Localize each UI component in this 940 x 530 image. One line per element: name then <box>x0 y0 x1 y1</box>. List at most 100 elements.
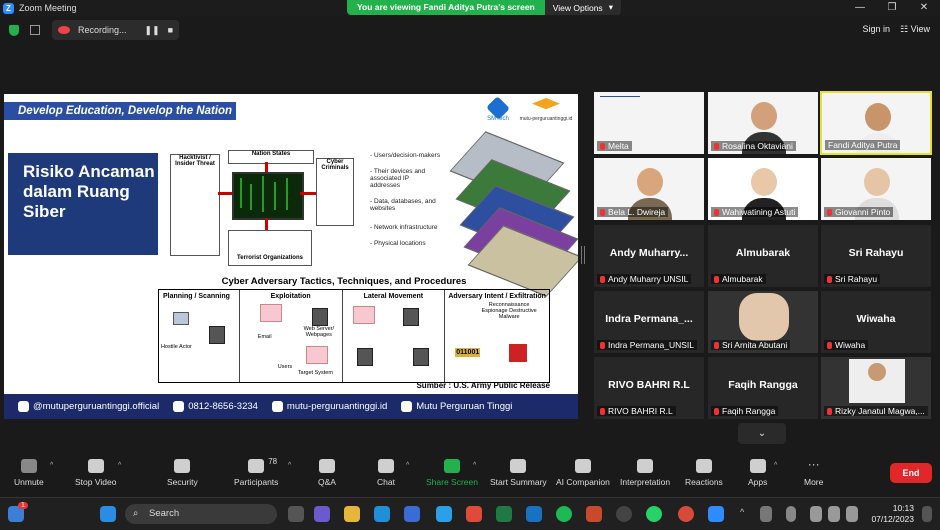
video-options-caret[interactable]: ^ <box>118 462 121 469</box>
mic-muted-icon <box>827 341 832 349</box>
participant-tile[interactable]: Almubarak Almubarak <box>707 224 819 288</box>
participant-tile[interactable]: RIVO BAHRI R.L RIVO BAHRI R.L <box>593 356 705 420</box>
security-button[interactable]: Security <box>167 459 198 487</box>
chevron-up-icon[interactable]: ^ <box>740 507 744 517</box>
powerpoint-icon[interactable] <box>586 506 602 522</box>
slide-title: Risiko Ancaman dalam Ruang Siber <box>8 153 158 255</box>
participant-tile[interactable]: Wiwaha Wiwaha <box>820 290 932 354</box>
participant-tile[interactable]: Sri Rahayu Sri Rahayu <box>820 224 932 288</box>
windows-start-icon[interactable] <box>100 506 116 522</box>
zoom-taskbar-icon[interactable] <box>708 506 724 522</box>
participant-tile[interactable]: Andy Muharry... Andy Muharry UNSIL <box>593 224 705 288</box>
chrome-icon[interactable] <box>466 506 482 522</box>
participant-tile[interactable]: Bela L. Dwireja <box>593 157 705 221</box>
more-button[interactable]: ··· More <box>804 457 823 487</box>
apps-options-caret[interactable]: ^ <box>774 462 777 469</box>
chat-button[interactable]: Chat <box>377 459 395 487</box>
start-summary-button[interactable]: Start Summary <box>490 459 547 487</box>
stop-video-button[interactable]: Stop Video <box>75 459 116 487</box>
edge-browser-icon[interactable] <box>374 506 390 522</box>
notes-icon[interactable] <box>526 506 542 522</box>
participant-tile[interactable]: Rosalina Oktaviani <box>707 91 819 155</box>
meeting-info-icon[interactable] <box>30 25 40 35</box>
participants-options-caret[interactable]: ^ <box>288 462 291 469</box>
participant-tile[interactable]: Rizky Janatul Magwa,... <box>820 356 932 420</box>
users-label: Users <box>277 364 293 370</box>
participant-name: Wahiwatining Astuti <box>711 207 799 217</box>
network-icon[interactable] <box>760 506 772 522</box>
spotify-icon[interactable] <box>556 506 572 522</box>
wifi-icon[interactable] <box>810 506 822 522</box>
slide-source: Sumber : U.S. Army Public Release <box>416 381 550 390</box>
participant-gallery: Melta Rosalina Oktaviani Fandi Aditya Pu… <box>591 89 935 421</box>
gallery-next-page-button[interactable]: ⌄ <box>738 423 786 444</box>
taskbar-clock[interactable]: 10:13 07/12/2023 <box>871 503 914 525</box>
file-explorer-icon[interactable] <box>344 506 360 522</box>
participant-name: Andy Muharry UNSIL <box>597 274 692 284</box>
mic-muted-icon <box>714 208 719 216</box>
reactions-button[interactable]: Reactions <box>685 459 723 487</box>
media-player-icon[interactable] <box>616 506 632 522</box>
mic-muted-icon <box>600 275 605 283</box>
footer-instagram: @mutuperguruantinggi.official <box>18 401 159 412</box>
qa-button[interactable]: Q&A <box>318 459 336 487</box>
participant-tile[interactable]: Melta <box>593 91 705 155</box>
unmute-label: Unmute <box>14 477 44 487</box>
participants-button[interactable]: 78 Participants <box>234 457 278 487</box>
shield-icon[interactable] <box>9 24 19 36</box>
share-options-caret[interactable]: ^ <box>473 462 476 469</box>
participant-name-text: Wahiwatining Astuti <box>722 207 796 217</box>
chat-options-caret[interactable]: ^ <box>406 462 409 469</box>
interpretation-button[interactable]: Interpretation <box>620 459 670 487</box>
chat-app-icon[interactable] <box>314 506 330 522</box>
microphone-icon[interactable] <box>786 506 796 522</box>
whatsapp-icon[interactable] <box>646 506 662 522</box>
mic-muted-icon <box>714 275 719 283</box>
end-meeting-button[interactable]: End <box>890 463 932 483</box>
pause-recording-button[interactable]: ❚❚ <box>145 25 160 36</box>
participant-tile[interactable]: Faqih Rangga Faqih Rangga <box>707 356 819 420</box>
video-camera-icon <box>87 459 104 473</box>
stop-recording-button[interactable]: ■ <box>168 25 173 35</box>
excel-icon[interactable] <box>496 506 512 522</box>
view-options-button[interactable]: View Options ▾ <box>544 0 621 15</box>
taskbar-search[interactable]: ⌕ Search <box>125 504 277 524</box>
ellipsis-icon: ··· <box>807 457 820 471</box>
participant-tile[interactable]: Wahiwatining Astuti <box>707 157 819 221</box>
computer-icon <box>259 304 282 322</box>
participant-tile[interactable]: Indra Permana_... Indra Permana_UNSIL <box>593 290 705 354</box>
zoom-logo-icon: Z <box>3 2 14 14</box>
app-icon[interactable] <box>436 506 452 522</box>
participant-name: Melta <box>597 141 632 151</box>
apps-button[interactable]: Apps <box>748 459 767 487</box>
clock-date: 07/12/2023 <box>871 514 914 524</box>
view-button[interactable]: ☷ View <box>900 24 930 35</box>
maximize-button[interactable]: ❐ <box>876 0 908 16</box>
battery-icon[interactable] <box>846 506 858 522</box>
participant-big-name: Andy Muharry... <box>609 247 689 259</box>
meeting-toolbar: Unmute ^ Stop Video ^ Security 78 Partici… <box>0 455 940 495</box>
participant-tile[interactable]: Giovanni Pinto <box>820 157 932 221</box>
splitter-handle[interactable] <box>581 246 585 264</box>
ai-companion-button[interactable]: AI Companion <box>556 459 610 487</box>
close-button[interactable]: ✕ <box>908 0 940 16</box>
participant-name-text: Indra Permana_UNSIL <box>608 340 694 350</box>
sign-in-link[interactable]: Sign in <box>862 24 890 34</box>
store-icon[interactable] <box>404 506 420 522</box>
chrome-icon[interactable] <box>678 506 694 522</box>
reactions-label: Reactions <box>685 477 723 487</box>
participant-big-name: Almubarak <box>735 247 791 259</box>
task-view-icon[interactable] <box>288 506 304 522</box>
share-screen-button[interactable]: Share Screen <box>426 459 478 487</box>
computer-icon <box>173 312 189 325</box>
unmute-button[interactable]: Unmute <box>14 459 44 487</box>
globe-icon <box>637 459 654 473</box>
audio-options-caret[interactable]: ^ <box>50 462 53 469</box>
minimize-button[interactable]: — <box>844 0 876 16</box>
mic-muted-icon <box>600 341 605 349</box>
mic-muted-icon <box>827 407 832 415</box>
participant-tile-active[interactable]: Fandi Aditya Putra <box>820 91 932 155</box>
participant-tile[interactable]: Sri Arnita Abutani <box>707 290 819 354</box>
notifications-icon[interactable] <box>922 506 932 522</box>
volume-icon[interactable] <box>828 506 840 522</box>
